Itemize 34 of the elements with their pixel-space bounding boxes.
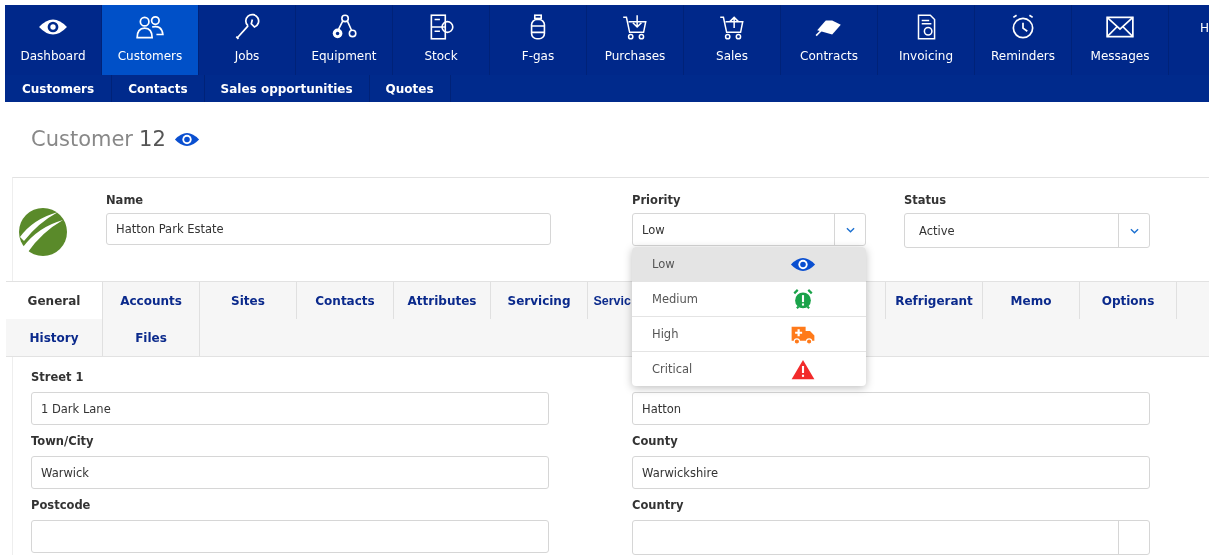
customer-number: 12	[139, 127, 166, 151]
logo-icon	[18, 207, 68, 257]
tab[interactable]: General	[6, 282, 103, 319]
text-field[interactable]: Warwick	[31, 456, 549, 489]
status-select[interactable]: Active	[904, 213, 1150, 248]
priority-select[interactable]: Low	[632, 213, 866, 246]
text-field[interactable]	[31, 520, 549, 553]
field-label: Postcode	[31, 498, 92, 514]
dropdown-option[interactable]: Critical	[632, 352, 866, 386]
name-field[interactable]: Hatton Park Estate	[106, 213, 551, 245]
dropdown-option[interactable]: Low	[632, 247, 866, 282]
text-field[interactable]: Warwickshire	[632, 456, 1150, 489]
subnav-link[interactable]: Contacts	[112, 75, 205, 102]
field-label: Street 1	[31, 370, 85, 386]
field-label: Town/City	[31, 434, 95, 450]
subnav-link[interactable]: Sales opportunities	[204, 75, 370, 102]
field-label: Name	[106, 193, 145, 209]
subnav-link[interactable]: Customers	[5, 75, 113, 102]
field-label: Status	[904, 193, 948, 209]
chevron-down-icon	[845, 226, 855, 233]
text-field[interactable]: Hatton	[632, 392, 1150, 425]
field-label: County	[632, 434, 679, 450]
cart-icon	[620, 13, 650, 41]
people-icon	[135, 13, 165, 41]
country-select[interactable]	[632, 520, 1150, 555]
field-label: Priority	[632, 193, 682, 209]
page-title: Customer	[31, 127, 133, 151]
text-field[interactable]: 1 Dark Lane	[31, 392, 549, 425]
nav-item[interactable]: Customers	[102, 5, 199, 75]
chevron-down-icon	[1129, 227, 1139, 234]
dropdown-option[interactable]: Medium	[632, 282, 866, 317]
dropdown-option[interactable]: High	[632, 317, 866, 352]
subnav-link[interactable]: Quotes	[369, 75, 451, 102]
field-label: Country	[632, 498, 685, 514]
